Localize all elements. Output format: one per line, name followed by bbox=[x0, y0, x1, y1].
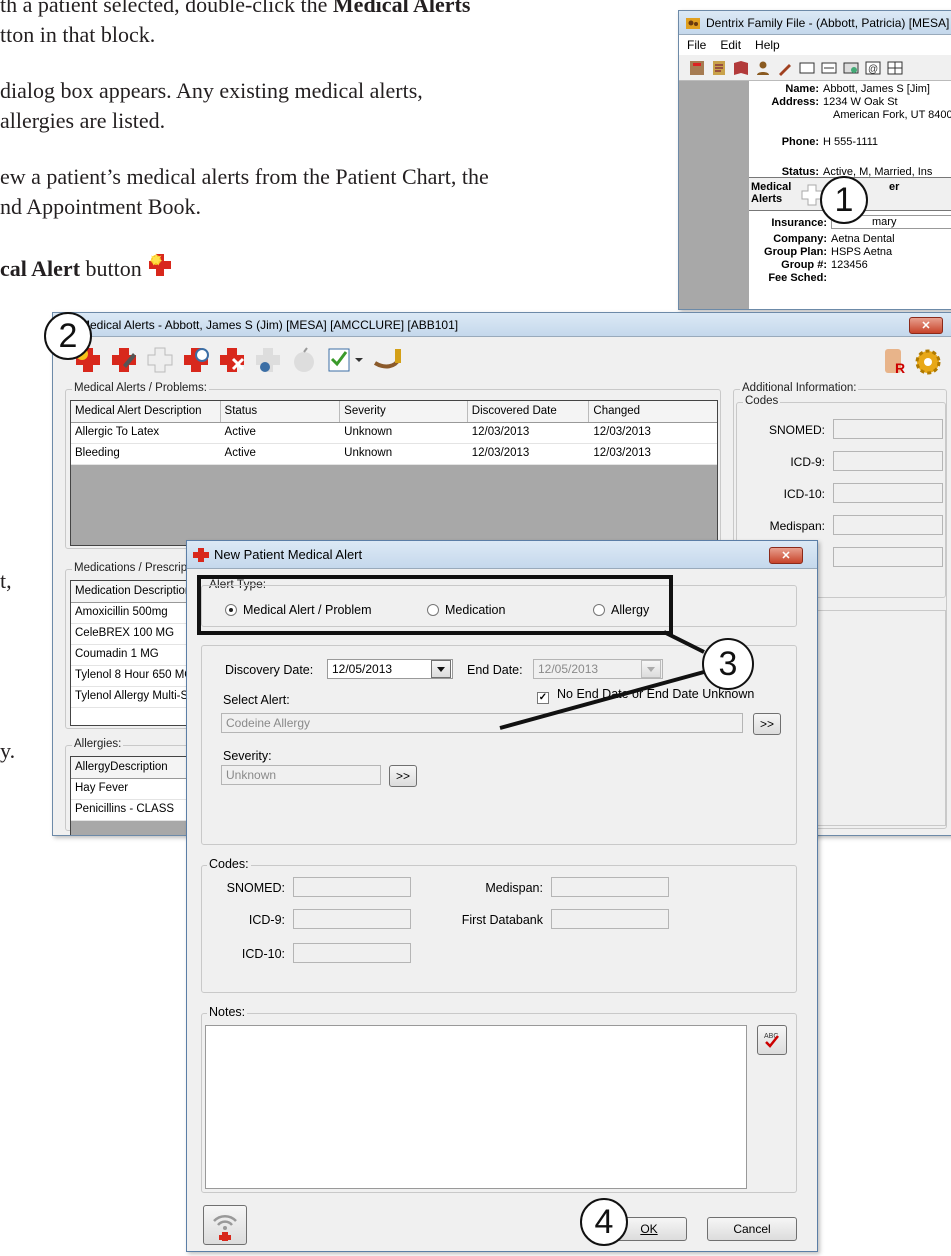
callout-2: 2 bbox=[44, 312, 92, 360]
callout-3: 3 bbox=[702, 638, 754, 690]
callout-4: 4 bbox=[580, 1198, 628, 1246]
callout-3-leader bbox=[499, 630, 705, 730]
callout-1: 1 bbox=[820, 176, 868, 224]
